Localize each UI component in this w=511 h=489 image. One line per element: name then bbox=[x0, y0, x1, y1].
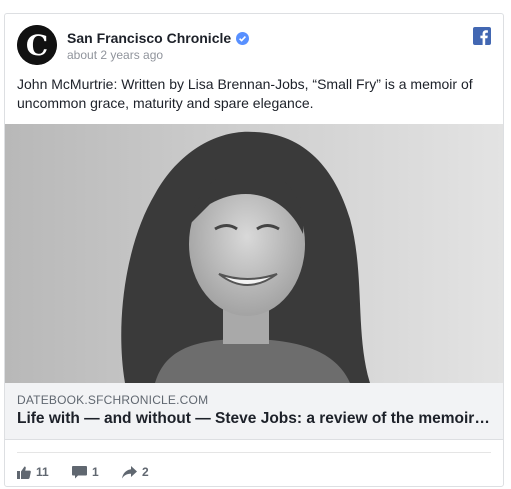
post-header: C San Francisco Chronicle about 2 years … bbox=[17, 25, 491, 67]
like-count-value: 11 bbox=[36, 465, 49, 479]
facebook-post-card: C San Francisco Chronicle about 2 years … bbox=[4, 13, 504, 487]
verified-badge-icon bbox=[236, 32, 250, 45]
post-timestamp[interactable]: about 2 years ago bbox=[67, 48, 163, 62]
svg-text:C: C bbox=[26, 29, 48, 62]
chronicle-logo-icon[interactable]: C bbox=[17, 25, 57, 65]
comment-count[interactable]: 1 bbox=[72, 464, 99, 480]
share-count-value: 2 bbox=[142, 465, 149, 479]
post-image[interactable] bbox=[5, 124, 503, 383]
link-domain: DATEBOOK.SFCHRONICLE.COM bbox=[17, 393, 209, 407]
facebook-icon[interactable] bbox=[473, 27, 491, 45]
comment-count-value: 1 bbox=[92, 465, 99, 479]
link-title[interactable]: Life with — and without — Steve Jobs: a … bbox=[17, 410, 491, 428]
share-arrow-icon bbox=[122, 465, 137, 478]
comment-icon bbox=[72, 465, 87, 478]
thumbs-up-icon bbox=[17, 466, 31, 479]
divider bbox=[17, 452, 491, 453]
page-name[interactable]: San Francisco Chronicle bbox=[67, 30, 250, 46]
page-name-label[interactable]: San Francisco Chronicle bbox=[67, 30, 231, 46]
share-count[interactable]: 2 bbox=[122, 464, 149, 480]
link-preview[interactable]: DATEBOOK.SFCHRONICLE.COM Life with — and… bbox=[5, 383, 503, 440]
like-count[interactable]: 11 bbox=[17, 464, 49, 480]
post-text: John McMurtrie: Written by Lisa Brennan-… bbox=[17, 76, 473, 111]
